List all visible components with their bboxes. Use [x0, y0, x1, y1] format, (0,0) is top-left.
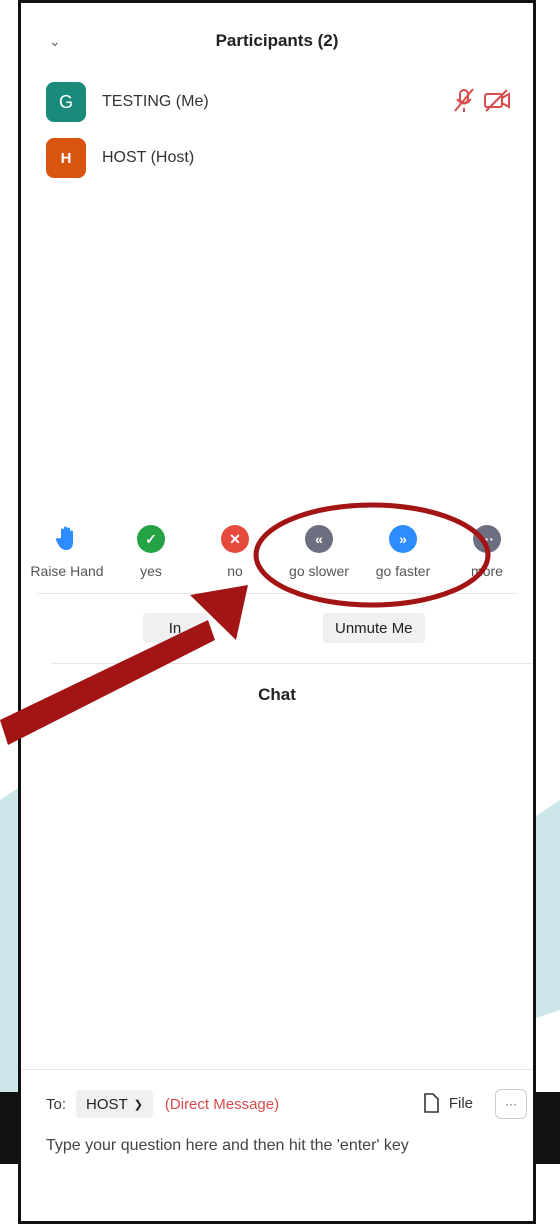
participant-name: TESTING (Me): [102, 93, 209, 110]
reaction-label: Raise Hand: [30, 563, 104, 579]
recipient-value: HOST: [86, 1095, 128, 1113]
avatar: G: [46, 82, 86, 122]
reaction-label: go slower: [289, 563, 349, 579]
chat-more-options-button[interactable]: ···: [495, 1089, 527, 1119]
check-icon: ✓: [137, 525, 165, 553]
avatar: H: [46, 138, 86, 178]
reaction-bar: Raise Hand ✓ yes ✕ no « go slower » go f…: [29, 525, 525, 593]
participants-title: Participants (2): [215, 31, 339, 50]
fast-forward-icon: »: [389, 525, 417, 553]
recipient-select[interactable]: HOST ❯: [76, 1090, 153, 1118]
ellipsis-icon: ···: [473, 525, 501, 553]
participant-status-icons: [453, 87, 511, 113]
reaction-label: more: [471, 563, 503, 579]
divider: [37, 593, 517, 594]
reaction-label: yes: [140, 563, 162, 579]
chat-title: Chat: [258, 685, 296, 704]
reaction-raise-hand[interactable]: Raise Hand: [29, 525, 105, 593]
to-label: To:: [46, 1095, 67, 1113]
reaction-go-faster[interactable]: » go faster: [365, 525, 441, 593]
raise-hand-icon: [53, 525, 81, 553]
file-icon: [424, 1093, 439, 1113]
participant-row-testing[interactable]: G TESTING (Me): [46, 82, 209, 122]
rewind-icon: «: [305, 525, 333, 553]
participant-name: HOST (Host): [102, 149, 195, 166]
reaction-no[interactable]: ✕ no: [197, 525, 273, 593]
chat-recipient-row: To: HOST ❯ (Direct Message): [46, 1089, 279, 1119]
participant-row-host[interactable]: H HOST (Host): [46, 138, 194, 178]
divider: [51, 663, 533, 664]
file-label: File: [448, 1094, 473, 1112]
unmute-me-button[interactable]: Unmute Me: [323, 613, 425, 643]
divider: [21, 1069, 533, 1070]
chevron-down-icon: ❯: [133, 1098, 143, 1111]
mic-muted-icon[interactable]: [453, 87, 475, 113]
reaction-label: go faster: [375, 563, 431, 579]
reaction-label: no: [227, 563, 243, 579]
chat-message-input[interactable]: [46, 1131, 516, 1161]
reaction-yes[interactable]: ✓ yes: [113, 525, 189, 593]
file-button[interactable]: File: [423, 1093, 473, 1113]
x-icon: ✕: [221, 525, 249, 553]
reaction-go-slower[interactable]: « go slower: [281, 525, 357, 593]
direct-message-label: (Direct Message): [164, 1095, 280, 1113]
video-off-icon[interactable]: [483, 87, 511, 113]
reaction-more[interactable]: ··· more: [449, 525, 525, 593]
zoom-side-panel: ⌄ Participants (2) G TESTING (Me) H HOST…: [18, 0, 536, 1224]
participants-header: ⌄ Participants (2): [21, 25, 533, 61]
invite-button[interactable]: In: [143, 613, 207, 643]
